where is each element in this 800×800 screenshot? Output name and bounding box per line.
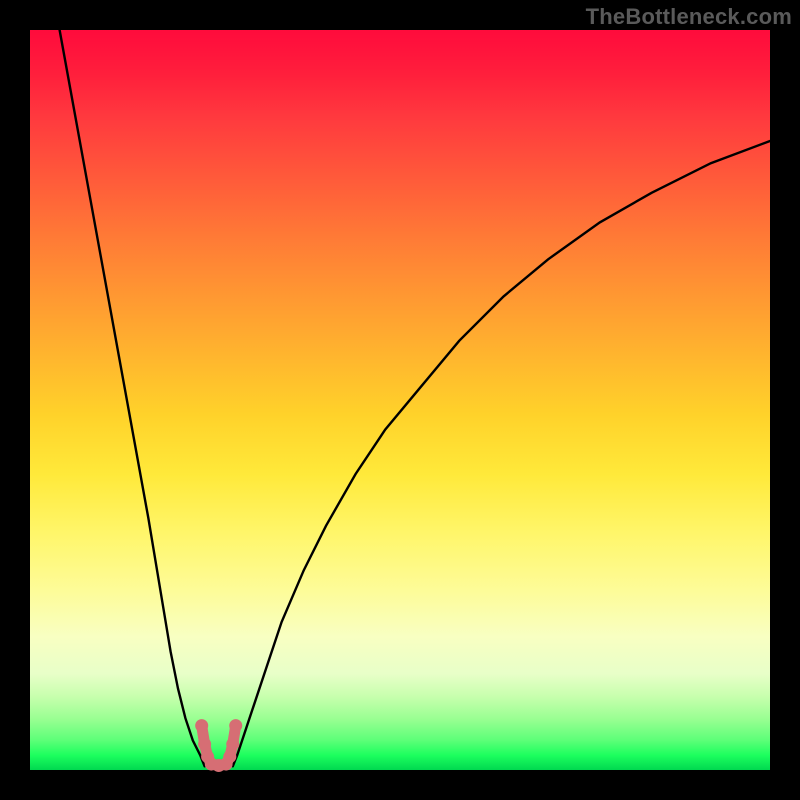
chart-plot-area <box>30 30 770 770</box>
valley-marker-dot <box>229 719 242 732</box>
curve-right-branch <box>233 141 770 766</box>
valley-marker-dot <box>223 750 236 763</box>
valley-marker-dot <box>195 719 208 732</box>
valley-marker <box>195 719 242 772</box>
bottleneck-curve <box>60 30 770 766</box>
curve-left-branch <box>60 30 205 766</box>
watermark-text: TheBottleneck.com <box>586 4 792 30</box>
chart-frame: TheBottleneck.com <box>0 0 800 800</box>
valley-marker-dot <box>226 738 239 751</box>
chart-svg <box>30 30 770 770</box>
valley-marker-dot <box>198 738 211 751</box>
